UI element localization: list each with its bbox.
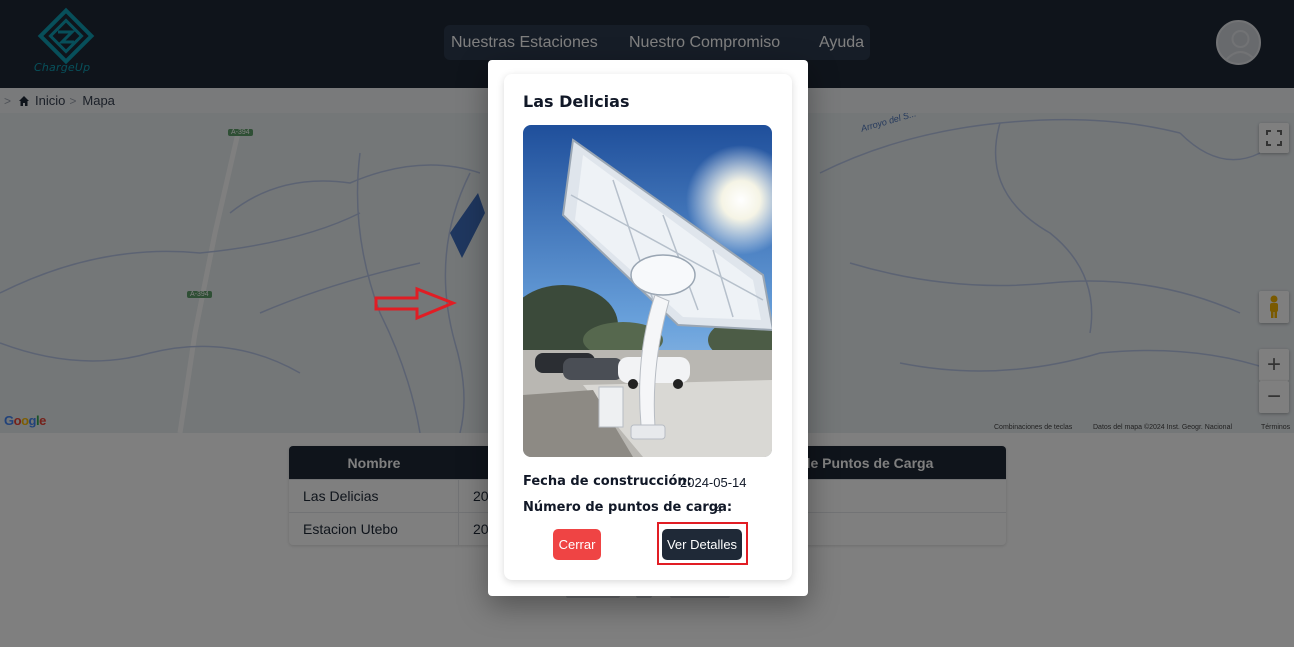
- annotation-arrow-icon: [374, 286, 457, 321]
- station-modal: Las Delicias Fecha de construcción: 2024…: [488, 60, 808, 596]
- station-title: Las Delicias: [523, 92, 630, 111]
- construction-date-label: Fecha de construcción:: [523, 474, 692, 489]
- charging-points-label: Número de puntos de carga:: [523, 500, 733, 515]
- charging-points-value: 4: [715, 501, 723, 516]
- annotation-highlight-box: [657, 522, 748, 565]
- station-card: Las Delicias Fecha de construcción: 2024…: [504, 74, 792, 580]
- close-button[interactable]: Cerrar: [553, 529, 601, 560]
- construction-date-value: 2024-05-14: [680, 475, 747, 490]
- solar-charging-station-image: [523, 125, 772, 457]
- station-photo: [523, 125, 772, 457]
